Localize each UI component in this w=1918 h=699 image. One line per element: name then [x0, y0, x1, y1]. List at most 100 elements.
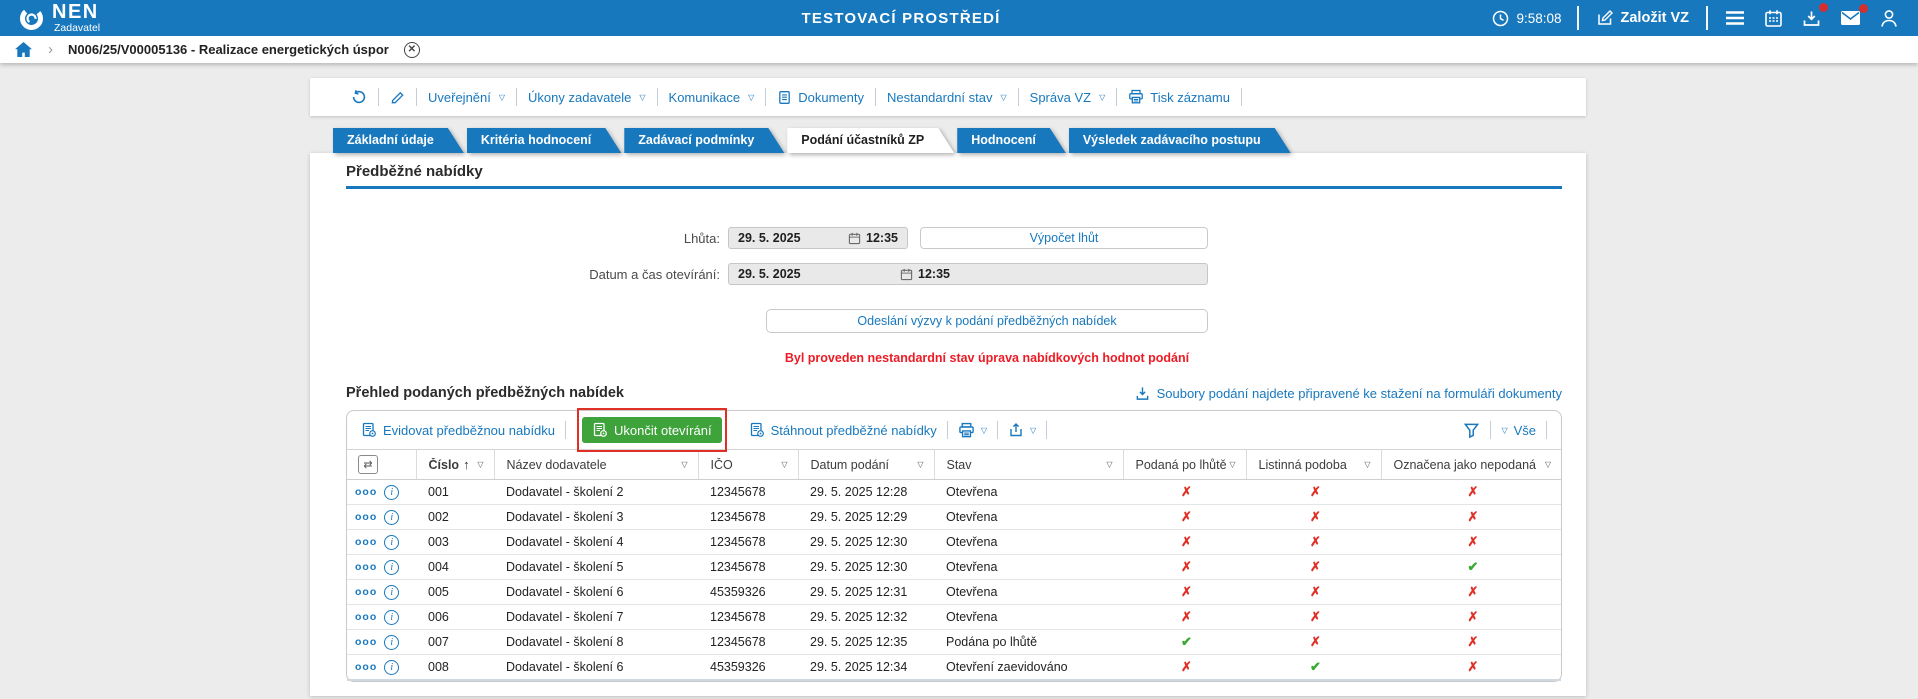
col-header-datum-podani[interactable]: Datum podání▽: [798, 450, 934, 480]
table-row[interactable]: oooi 005 Dodavatel - školení 6 45359326 …: [347, 580, 1561, 605]
tab-podani-ucastniku-zp[interactable]: Podání účastníků ZP: [787, 128, 954, 153]
info-icon[interactable]: i: [384, 535, 399, 550]
opening-date-value[interactable]: 29. 5. 2025: [738, 267, 900, 281]
filter-caret-icon[interactable]: ▽: [1104, 458, 1114, 471]
cross-icon: ✗: [1246, 605, 1381, 630]
print-list-button[interactable]: ▽: [958, 422, 987, 439]
user-button[interactable]: [1878, 7, 1900, 30]
table-row[interactable]: oooi 004 Dodavatel - školení 5 12345678 …: [347, 555, 1561, 580]
col-header-stav[interactable]: Stav▽: [934, 450, 1123, 480]
toolbar-tisk-zaznamu[interactable]: Tisk záznamu: [1117, 89, 1241, 105]
calendar-small-icon[interactable]: [900, 268, 913, 281]
deadline-time-value[interactable]: 12:35: [866, 231, 898, 245]
filter-caret-icon[interactable]: ▽: [1362, 458, 1372, 471]
info-icon[interactable]: i: [384, 585, 399, 600]
toolbar-edit[interactable]: [379, 90, 416, 105]
calc-deadlines-button[interactable]: Výpočet lhůt: [920, 227, 1208, 249]
info-icon[interactable]: i: [384, 485, 399, 500]
toolbar-uverejneni[interactable]: Uveřejnění▽: [417, 90, 516, 105]
opening-time-value[interactable]: 12:35: [918, 267, 950, 281]
table-row[interactable]: oooi 008 Dodavatel - školení 6 45359326 …: [347, 655, 1561, 681]
cross-icon: ✗: [1381, 505, 1561, 530]
deadline-input[interactable]: 29. 5. 2025 12:35: [728, 227, 908, 249]
messages-button[interactable]: [1838, 8, 1863, 28]
tab-zakladni-udaje[interactable]: Základní údaje: [333, 128, 464, 153]
cell-cislo: 005: [416, 580, 494, 605]
tab-vysledek-zadavaciho-postupu[interactable]: Výsledek zadávacího postupu: [1069, 128, 1291, 153]
check-icon: ✔: [1246, 655, 1381, 681]
downloads-button[interactable]: [1800, 7, 1823, 30]
menu-button[interactable]: [1723, 8, 1747, 28]
col-header-podana-po-lhute[interactable]: Podaná po lhůtě▽: [1123, 450, 1246, 480]
column-settings-icon[interactable]: ⇄: [358, 455, 378, 474]
toolbar-komunikace[interactable]: Komunikace▽: [658, 90, 766, 105]
home-icon[interactable]: [14, 41, 33, 58]
toolbar-sprava-vz[interactable]: Správa VZ▽: [1019, 90, 1117, 105]
row-more-actions-icon[interactable]: ooo: [355, 536, 377, 548]
table-row[interactable]: oooi 007 Dodavatel - školení 8 12345678 …: [347, 630, 1561, 655]
col-header-cislo[interactable]: Číslo↑▽: [416, 450, 494, 480]
row-more-actions-icon[interactable]: ooo: [355, 511, 377, 523]
cell-datum-podani: 29. 5. 2025 12:31: [798, 580, 934, 605]
info-icon[interactable]: i: [384, 610, 399, 625]
row-more-actions-icon[interactable]: ooo: [355, 611, 377, 623]
cell-ico: 12345678: [698, 480, 798, 505]
info-icon[interactable]: i: [384, 560, 399, 575]
info-icon[interactable]: i: [384, 660, 399, 675]
stahnout-nabidky-button[interactable]: Stáhnout předběžné nabídky: [749, 422, 937, 438]
table-row[interactable]: oooi 001 Dodavatel - školení 2 12345678 …: [347, 480, 1561, 505]
nen-logo[interactable]: NEN Zadavatel: [18, 2, 100, 34]
cell-ico: 45359326: [698, 580, 798, 605]
col-header-nazev-dodavatele[interactable]: Název dodavatele▽: [494, 450, 698, 480]
tab-zadavaci-podminky[interactable]: Zadávací podmínky: [624, 128, 784, 153]
filter-caret-icon[interactable]: ▽: [679, 458, 689, 471]
col-header-oznacena-jako-nepodana[interactable]: Označena jako nepodaná▽: [1381, 450, 1561, 480]
filter-caret-icon[interactable]: ▽: [1543, 458, 1553, 471]
row-more-actions-icon[interactable]: ooo: [355, 636, 377, 648]
cross-icon: ✗: [1246, 480, 1381, 505]
filter-caret-icon[interactable]: ▽: [1227, 458, 1237, 471]
calendar-small-icon[interactable]: [848, 232, 861, 245]
info-icon[interactable]: i: [384, 635, 399, 650]
filter-caret-icon[interactable]: ▽: [779, 458, 789, 471]
table-row[interactable]: oooi 002 Dodavatel - školení 3 12345678 …: [347, 505, 1561, 530]
tab-kriteria-hodnoceni[interactable]: Kritéria hodnocení: [467, 128, 621, 153]
ukoncit-otevirani-button[interactable]: Ukončit otevírání: [582, 417, 722, 443]
toolbar-separator: [1546, 421, 1547, 439]
cross-icon: ✗: [1381, 530, 1561, 555]
toolbar-dokumenty[interactable]: Dokumenty: [766, 90, 875, 105]
opening-input[interactable]: 29. 5. 2025 12:35: [728, 263, 1208, 285]
nen-logo-icon: [18, 5, 45, 32]
row-more-actions-icon[interactable]: ooo: [355, 486, 377, 498]
table-row[interactable]: oooi 003 Dodavatel - školení 4 12345678 …: [347, 530, 1561, 555]
toolbar-ukony-zadavatele[interactable]: Úkony zadavatele▽: [517, 90, 657, 105]
row-more-actions-icon[interactable]: ooo: [355, 661, 377, 673]
view-all-selector[interactable]: ▽ Vše: [1501, 423, 1536, 438]
toolbar-refresh[interactable]: [340, 89, 378, 105]
caret-down-icon: ▽: [981, 426, 987, 435]
export-list-button[interactable]: ▽: [1008, 422, 1036, 438]
close-record-icon[interactable]: ✕: [404, 42, 420, 58]
col-header-listinna-podoba[interactable]: Listinná podoba▽: [1246, 450, 1381, 480]
calendar-button[interactable]: [1762, 7, 1785, 30]
deadline-date-value[interactable]: 29. 5. 2025: [738, 231, 848, 245]
filter-button[interactable]: [1463, 422, 1480, 439]
cell-stav: Podána po lhůtě: [934, 630, 1123, 655]
create-vz-button[interactable]: Založit VZ: [1594, 7, 1691, 29]
row-more-actions-icon[interactable]: ooo: [355, 586, 377, 598]
table-row[interactable]: oooi 006 Dodavatel - školení 7 12345678 …: [347, 605, 1561, 630]
filter-caret-icon[interactable]: ▽: [915, 458, 925, 471]
cell-stav: Otevřena: [934, 480, 1123, 505]
list-title: Přehled podaných předběžných nabídek: [346, 385, 624, 401]
submission-files-link[interactable]: Soubory podání najdete připravené ke sta…: [1135, 386, 1562, 401]
filter-caret-icon[interactable]: ▽: [475, 458, 485, 471]
evidovat-nabidku-button[interactable]: Evidovat předběžnou nabídku: [361, 422, 555, 438]
toolbar-nestandardni-stav[interactable]: Nestandardní stav▽: [876, 90, 1018, 105]
info-icon[interactable]: i: [384, 510, 399, 525]
cross-icon: ✗: [1123, 505, 1246, 530]
tab-hodnoceni[interactable]: Hodnocení: [957, 128, 1066, 153]
send-call-button[interactable]: Odeslání výzvy k podání předběžných nabí…: [766, 309, 1208, 333]
col-header-ico[interactable]: IČO▽: [698, 450, 798, 480]
cell-nazev-dodavatele: Dodavatel - školení 6: [494, 580, 698, 605]
row-more-actions-icon[interactable]: ooo: [355, 561, 377, 573]
